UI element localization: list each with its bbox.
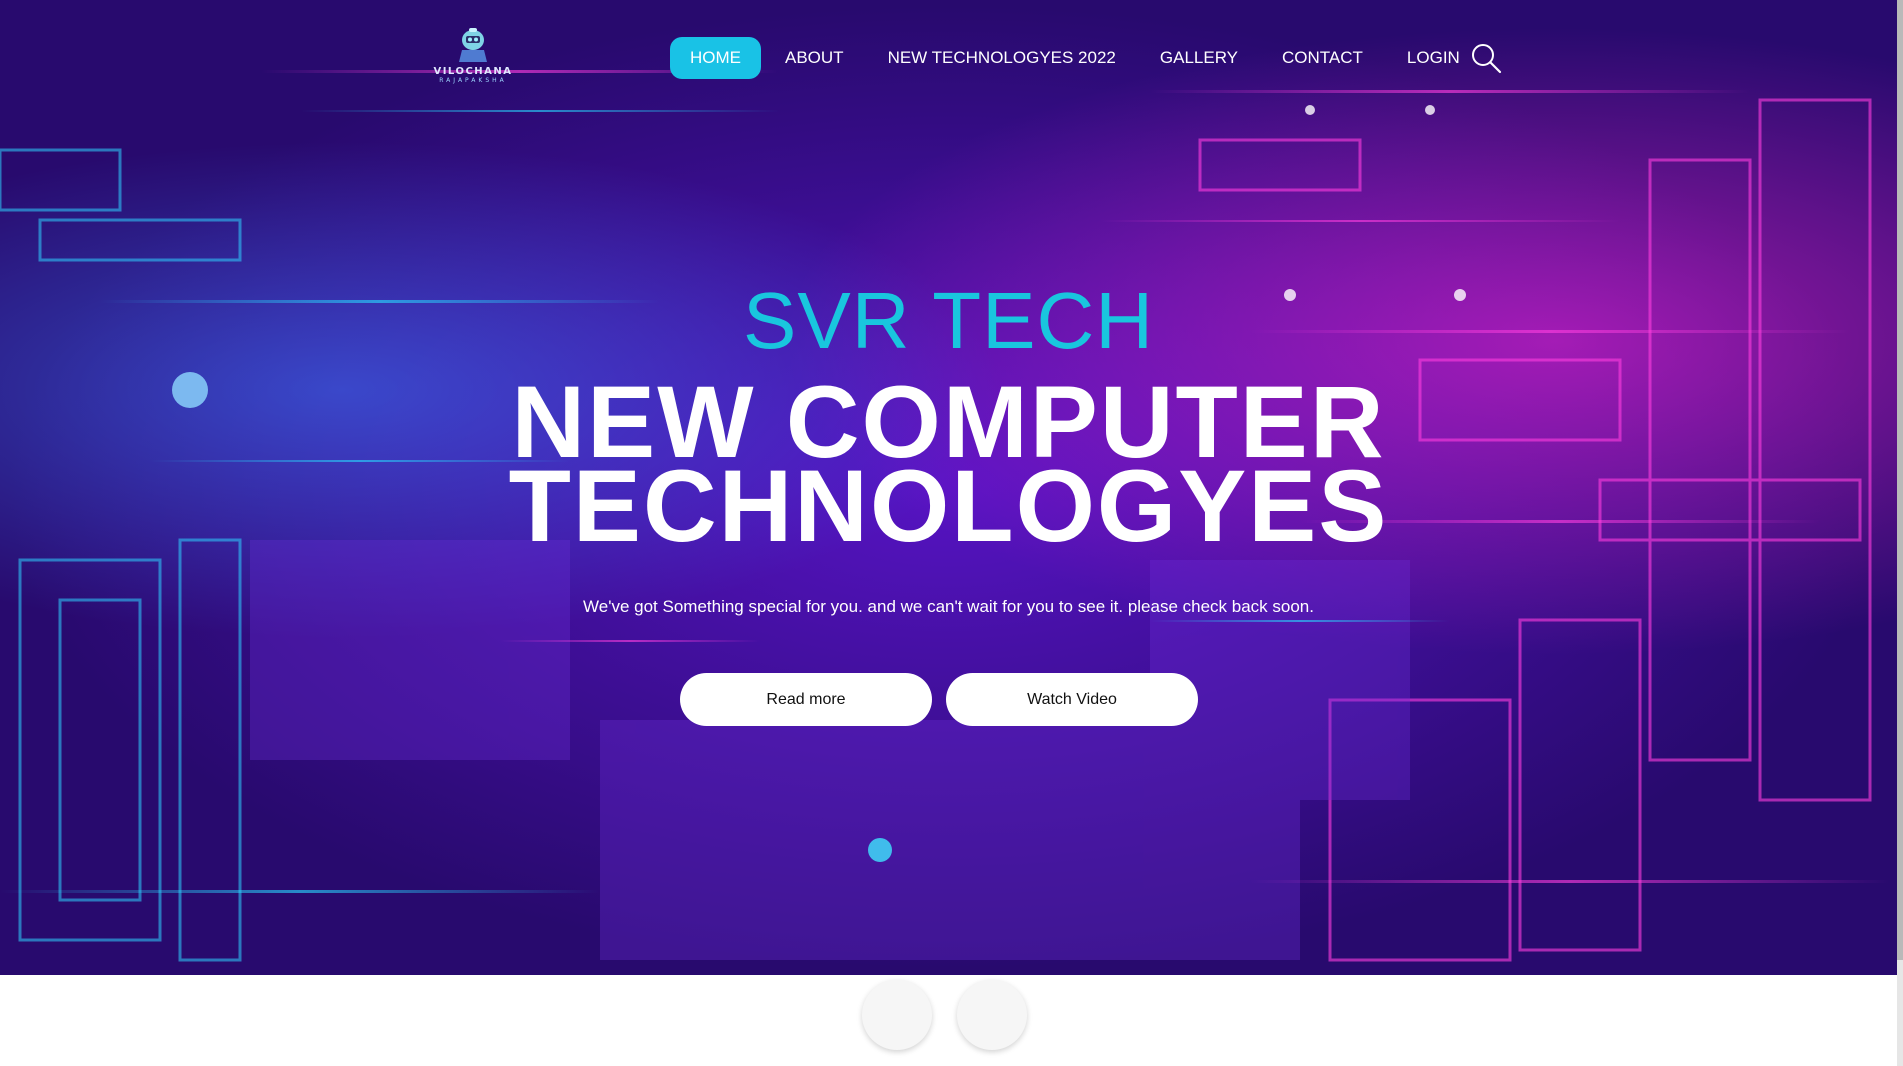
nav-login[interactable]: LOGIN [1387, 37, 1480, 79]
page: VILOCHANA RAJAPAKSHA HOME ABOUT NEW TECH… [0, 0, 1903, 1066]
nav-about[interactable]: ABOUT [765, 37, 864, 79]
main-nav: HOME ABOUT NEW TECHNOLOGYES 2022 GALLERY… [670, 37, 1484, 79]
site-logo[interactable]: VILOCHANA RAJAPAKSHA [428, 26, 518, 88]
hero-section: VILOCHANA RAJAPAKSHA HOME ABOUT NEW TECH… [0, 0, 1897, 975]
hero-brand-title: SVR TECH [742, 276, 1155, 365]
nav-gallery[interactable]: GALLERY [1140, 37, 1258, 79]
nav-new-technologyes[interactable]: NEW TECHNOLOGYES 2022 [868, 37, 1136, 79]
hero-tagline: We've got Something special for you. and… [583, 597, 1314, 616]
circle-button-2[interactable] [957, 980, 1027, 1050]
scrollbar-thumb[interactable] [1897, 0, 1903, 960]
read-more-button[interactable]: Read more [680, 673, 932, 726]
logo-subname: RAJAPAKSHA [439, 77, 507, 84]
page-scrollbar[interactable] [1897, 0, 1903, 1066]
logo-name: VILOCHANA [433, 66, 513, 77]
nav-home[interactable]: HOME [670, 37, 761, 79]
circle-button-1[interactable] [862, 980, 932, 1050]
robot-mascot-icon [459, 28, 487, 62]
hero-headline: NEW COMPUTER TECHNOLOGYES [0, 371, 1897, 563]
search-icon[interactable] [1470, 42, 1502, 74]
watch-video-button[interactable]: Watch Video [946, 673, 1198, 726]
hero-headline-line2: TECHNOLOGYES [508, 449, 1389, 563]
nav-contact[interactable]: CONTACT [1262, 37, 1383, 79]
